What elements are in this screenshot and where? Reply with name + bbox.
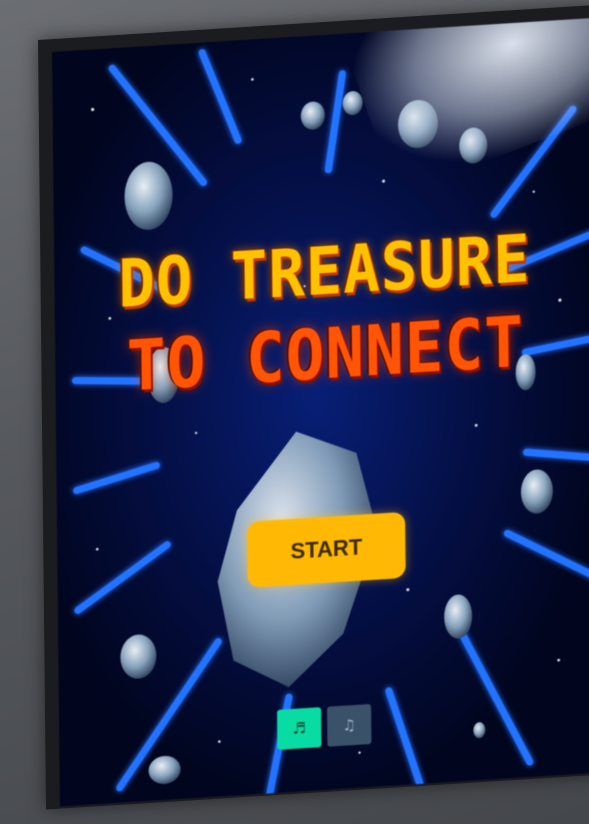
light-ray: [324, 70, 346, 174]
asteroid: [120, 634, 157, 679]
asteroid: [300, 101, 325, 130]
music-icon: ♫: [342, 715, 357, 735]
start-button[interactable]: START: [247, 511, 406, 588]
light-ray: [198, 49, 242, 144]
speaker-icon: ♬: [292, 718, 307, 738]
sound-toggle-button[interactable]: ♬: [277, 707, 322, 750]
game-screen: DO TREASURE TO CONNECT START ♬ ♫: [52, 18, 589, 807]
music-toggle-button[interactable]: ♫: [327, 703, 372, 747]
light-ray: [73, 461, 160, 494]
light-ray: [74, 541, 171, 614]
light-ray: [522, 448, 589, 462]
light-ray: [454, 622, 534, 766]
light-ray: [503, 529, 589, 582]
light-ray: [385, 687, 424, 788]
asteroid: [444, 594, 473, 639]
asteroid: [473, 722, 486, 739]
photo-frame: DO TREASURE TO CONNECT START ♬ ♫: [0, 0, 589, 824]
asteroid: [520, 469, 553, 514]
asteroid: [148, 755, 181, 784]
asteroid: [124, 161, 173, 230]
asteroid: [342, 91, 363, 116]
